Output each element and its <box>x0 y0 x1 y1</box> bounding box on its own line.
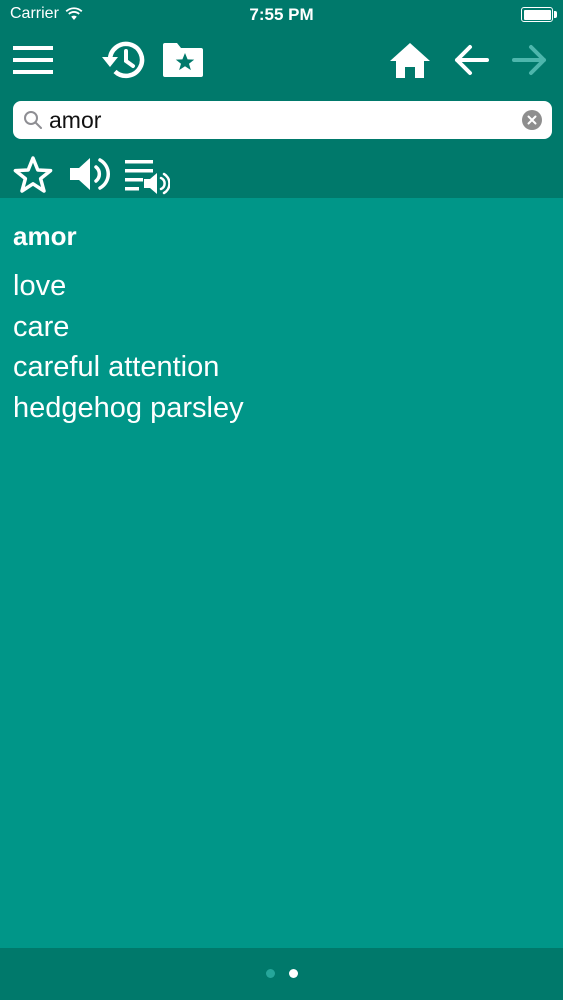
search-box <box>13 101 552 139</box>
headword: amor <box>13 221 77 251</box>
toolbar <box>0 30 563 198</box>
history-button[interactable] <box>99 38 147 82</box>
meaning-item[interactable]: care <box>13 307 550 348</box>
search-icon <box>24 111 42 129</box>
search-input[interactable] <box>49 104 519 136</box>
status-time: 7:55 PM <box>249 5 314 24</box>
forward-arrow-icon <box>512 45 546 75</box>
clear-search-button[interactable] <box>522 110 542 130</box>
speaker-icon <box>70 158 110 190</box>
page-dot-active[interactable] <box>288 969 298 978</box>
favorites-folder-icon <box>163 43 203 77</box>
meanings-list: love care careful attention hedgehog par… <box>13 266 550 428</box>
battery-icon <box>521 7 553 22</box>
bottom-bar <box>0 948 563 1000</box>
back-button[interactable] <box>451 40 491 80</box>
meaning-item[interactable]: love <box>13 266 550 307</box>
pronounce-button[interactable] <box>68 153 112 195</box>
meaning-item[interactable]: careful attention <box>13 347 550 388</box>
back-arrow-icon <box>455 45 489 75</box>
page-dot[interactable] <box>265 969 275 978</box>
history-icon <box>102 41 145 79</box>
page-indicator[interactable] <box>0 969 563 978</box>
menu-button[interactable] <box>12 42 54 78</box>
playlist-audio-icon <box>125 160 170 195</box>
favorite-toggle-button[interactable] <box>11 155 55 195</box>
meaning-item[interactable]: hedgehog parsley <box>13 388 550 429</box>
star-icon <box>13 156 53 193</box>
forward-button[interactable] <box>510 40 550 80</box>
menu-icon <box>13 46 53 74</box>
play-all-button[interactable] <box>124 156 170 196</box>
close-icon <box>527 115 537 125</box>
entry-content: amor love care careful attention hedgeho… <box>0 198 563 948</box>
home-button[interactable] <box>388 38 432 82</box>
favorites-button[interactable] <box>160 38 206 82</box>
status-bar: Carrier 7:55 PM <box>0 0 563 30</box>
home-icon <box>390 43 430 78</box>
